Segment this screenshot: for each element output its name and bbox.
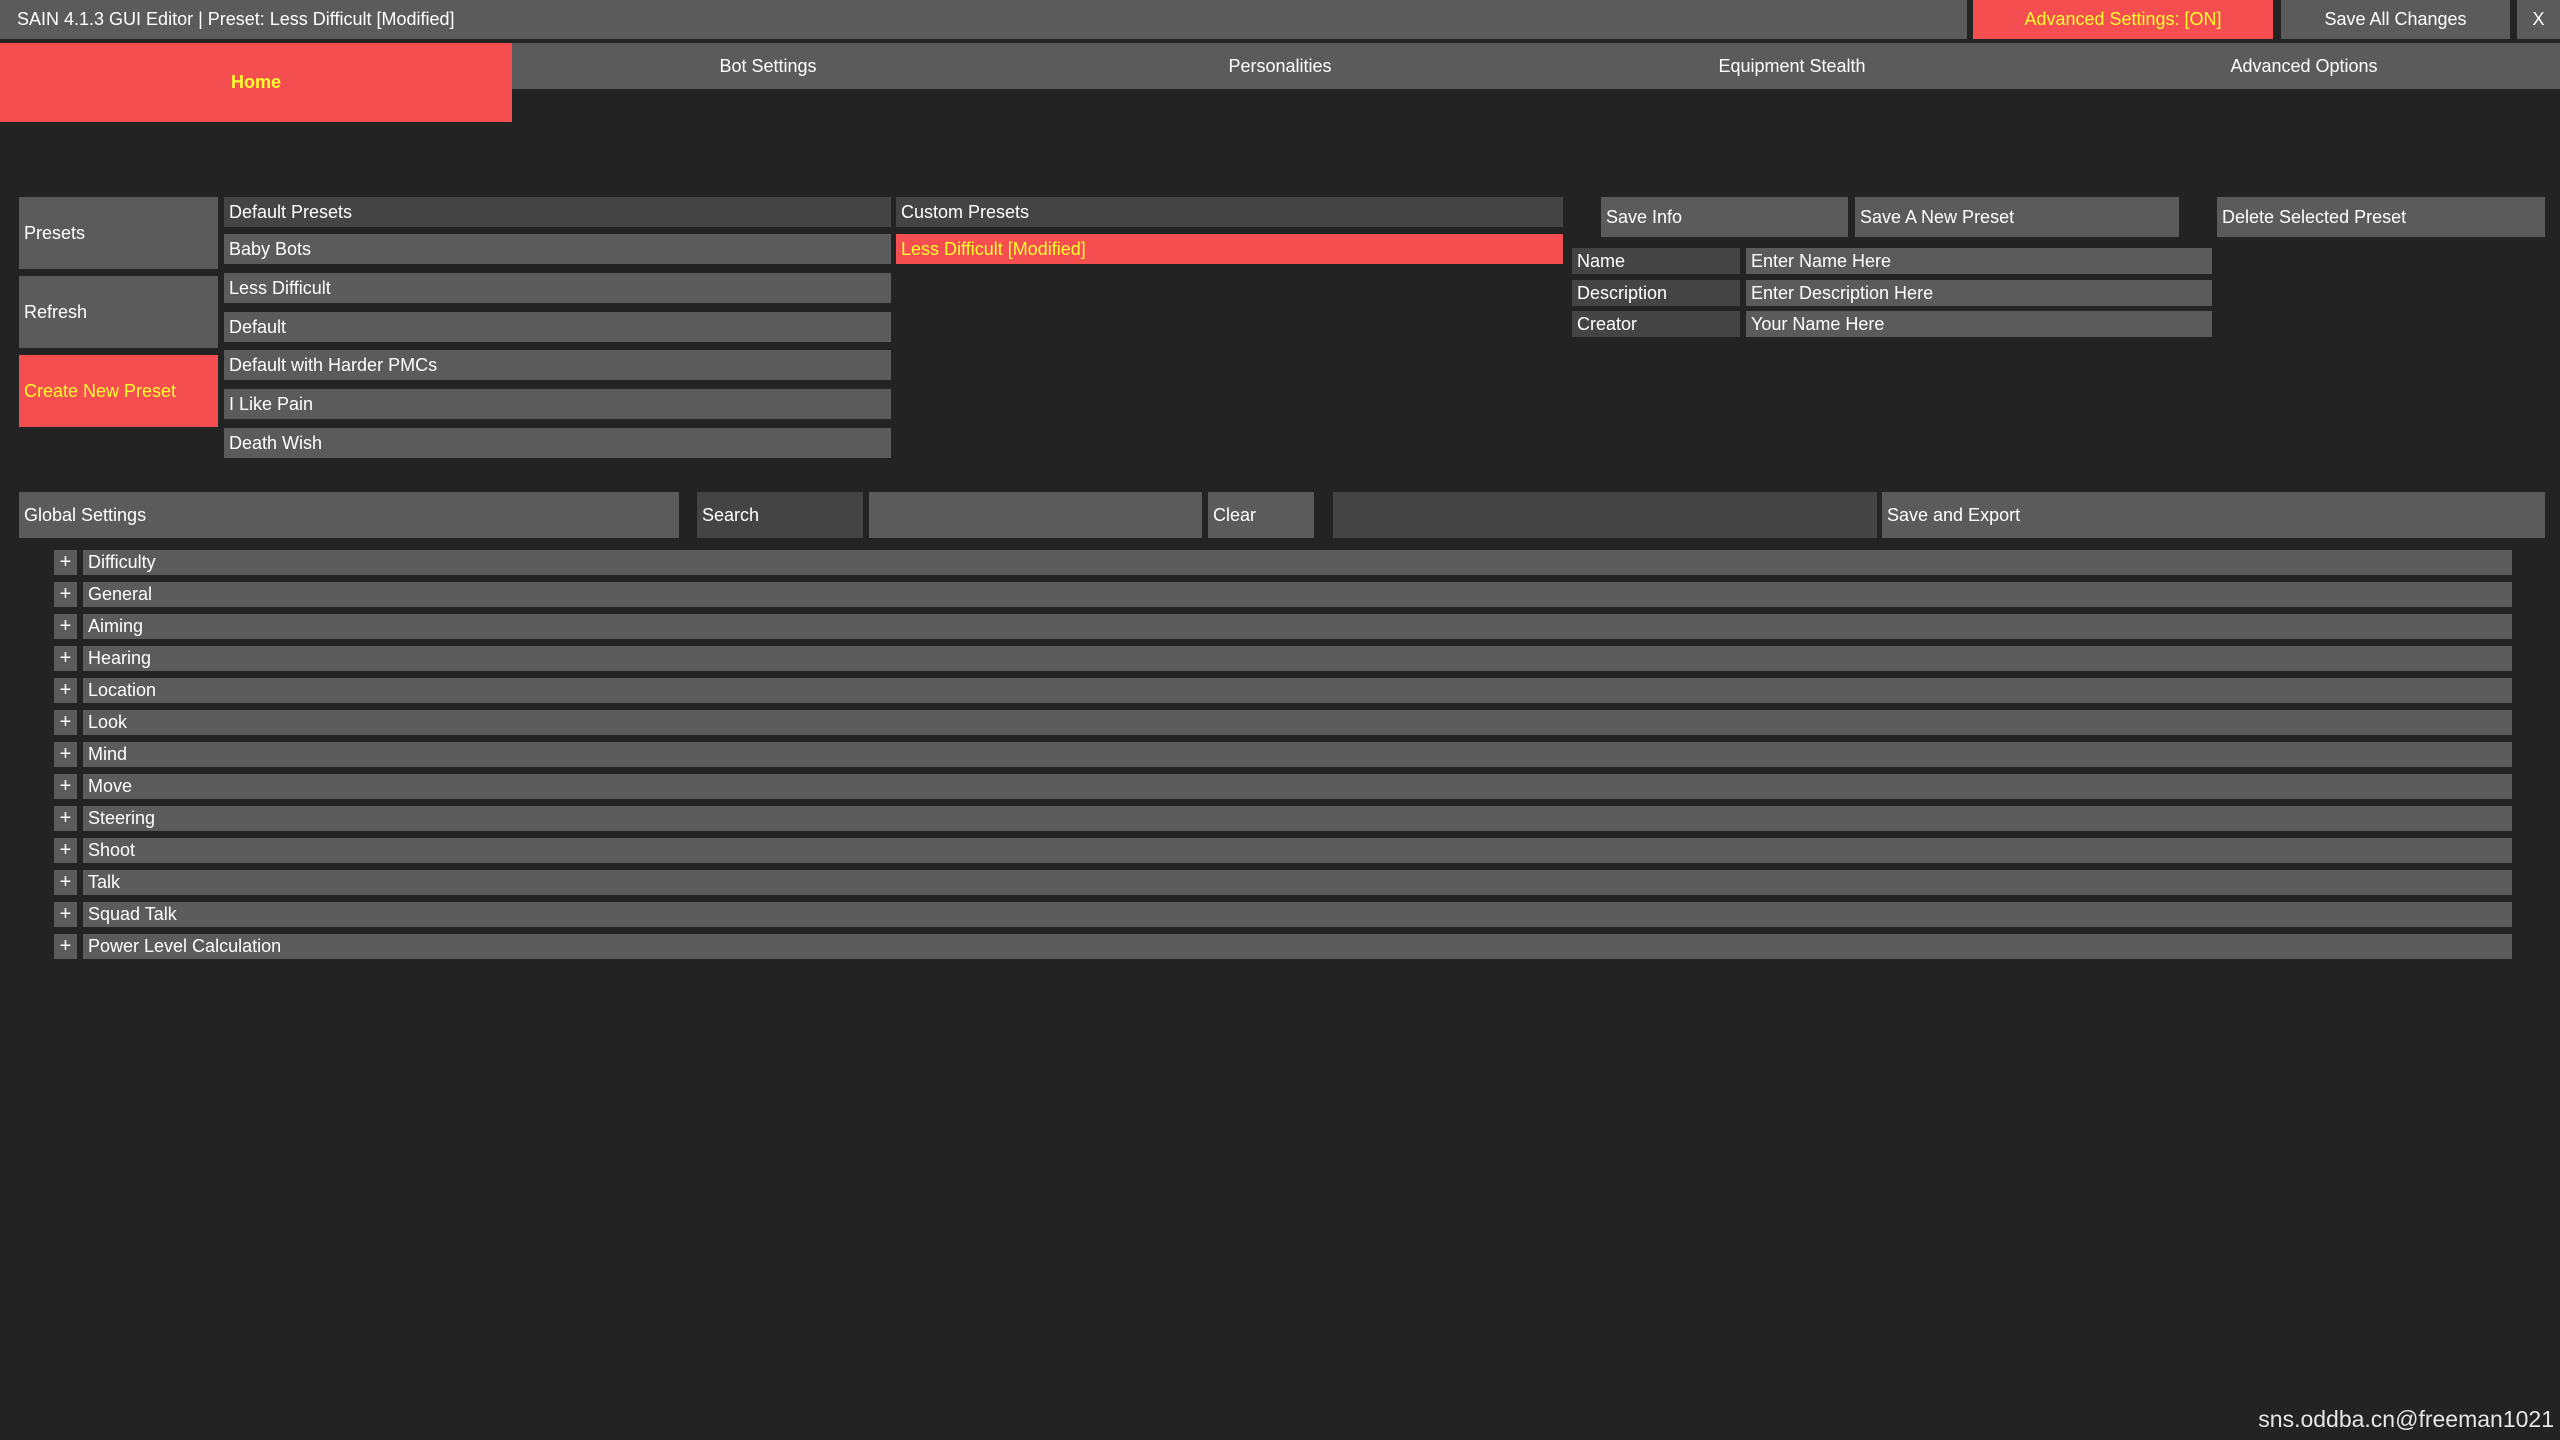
creator-field[interactable]: Your Name Here	[1746, 311, 2212, 337]
save-all-changes-button[interactable]: Save All Changes	[2281, 0, 2510, 39]
presets-button[interactable]: Presets	[19, 197, 218, 269]
preset-default-harder-pmcs[interactable]: Default with Harder PMCs	[224, 350, 891, 380]
section-location[interactable]: Location	[83, 678, 2512, 703]
save-new-preset-button[interactable]: Save A New Preset	[1855, 197, 2179, 237]
tab-equipment-stealth[interactable]: Equipment Stealth	[1536, 43, 2048, 89]
tab-advanced-options[interactable]: Advanced Options	[2048, 43, 2560, 89]
watermark: sns.oddba.cn@freeman1021	[2258, 1405, 2554, 1432]
section-power-level-calculation[interactable]: Power Level Calculation	[83, 934, 2512, 959]
section-mind[interactable]: Mind	[83, 742, 2512, 767]
expand-aiming-button[interactable]: +	[54, 614, 77, 639]
preset-i-like-pain[interactable]: I Like Pain	[224, 389, 891, 419]
refresh-button[interactable]: Refresh	[19, 276, 218, 348]
expand-move-button[interactable]: +	[54, 774, 77, 799]
section-aiming[interactable]: Aiming	[83, 614, 2512, 639]
section-talk[interactable]: Talk	[83, 870, 2512, 895]
section-move[interactable]: Move	[83, 774, 2512, 799]
close-button[interactable]: X	[2517, 0, 2560, 39]
tab-home[interactable]: Home	[0, 43, 512, 122]
section-look[interactable]: Look	[83, 710, 2512, 735]
save-and-export-button[interactable]: Save and Export	[1882, 492, 2545, 538]
search-label: Search	[697, 492, 863, 538]
expand-power-level-calculation-button[interactable]: +	[54, 934, 77, 959]
name-field[interactable]: Enter Name Here	[1746, 248, 2212, 274]
search-input[interactable]	[869, 492, 1202, 538]
expand-shoot-button[interactable]: +	[54, 838, 77, 863]
global-settings-button[interactable]: Global Settings	[19, 492, 679, 538]
name-label: Name	[1572, 248, 1740, 274]
expand-steering-button[interactable]: +	[54, 806, 77, 831]
description-field[interactable]: Enter Description Here	[1746, 280, 2212, 306]
advanced-settings-toggle[interactable]: Advanced Settings: [ON]	[1973, 0, 2273, 39]
save-info-button[interactable]: Save Info	[1601, 197, 1848, 237]
section-squad-talk[interactable]: Squad Talk	[83, 902, 2512, 927]
custom-presets-header: Custom Presets	[896, 197, 1563, 227]
preset-death-wish[interactable]: Death Wish	[224, 428, 891, 458]
window-title: SAIN 4.1.3 GUI Editor | Preset: Less Dif…	[17, 9, 455, 29]
expand-squad-talk-button[interactable]: +	[54, 902, 77, 927]
preset-less-difficult-modified[interactable]: Less Difficult [Modified]	[896, 234, 1563, 264]
section-general[interactable]: General	[83, 582, 2512, 607]
expand-talk-button[interactable]: +	[54, 870, 77, 895]
export-name-field[interactable]	[1333, 492, 1877, 538]
section-shoot[interactable]: Shoot	[83, 838, 2512, 863]
expand-mind-button[interactable]: +	[54, 742, 77, 767]
preset-default[interactable]: Default	[224, 312, 891, 342]
section-steering[interactable]: Steering	[83, 806, 2512, 831]
tab-personalities[interactable]: Personalities	[1024, 43, 1536, 89]
clear-button[interactable]: Clear	[1208, 492, 1314, 538]
creator-label: Creator	[1572, 311, 1740, 337]
expand-difficulty-button[interactable]: +	[54, 550, 77, 575]
create-new-preset-button[interactable]: Create New Preset	[19, 355, 218, 427]
tab-bot-settings[interactable]: Bot Settings	[512, 43, 1024, 89]
description-label: Description	[1572, 280, 1740, 306]
preset-baby-bots[interactable]: Baby Bots	[224, 234, 891, 264]
expand-location-button[interactable]: +	[54, 678, 77, 703]
section-hearing[interactable]: Hearing	[83, 646, 2512, 671]
default-presets-header: Default Presets	[224, 197, 891, 227]
expand-look-button[interactable]: +	[54, 710, 77, 735]
section-difficulty[interactable]: Difficulty	[83, 550, 2512, 575]
expand-hearing-button[interactable]: +	[54, 646, 77, 671]
delete-selected-preset-button[interactable]: Delete Selected Preset	[2217, 197, 2545, 237]
preset-less-difficult[interactable]: Less Difficult	[224, 273, 891, 303]
expand-general-button[interactable]: +	[54, 582, 77, 607]
